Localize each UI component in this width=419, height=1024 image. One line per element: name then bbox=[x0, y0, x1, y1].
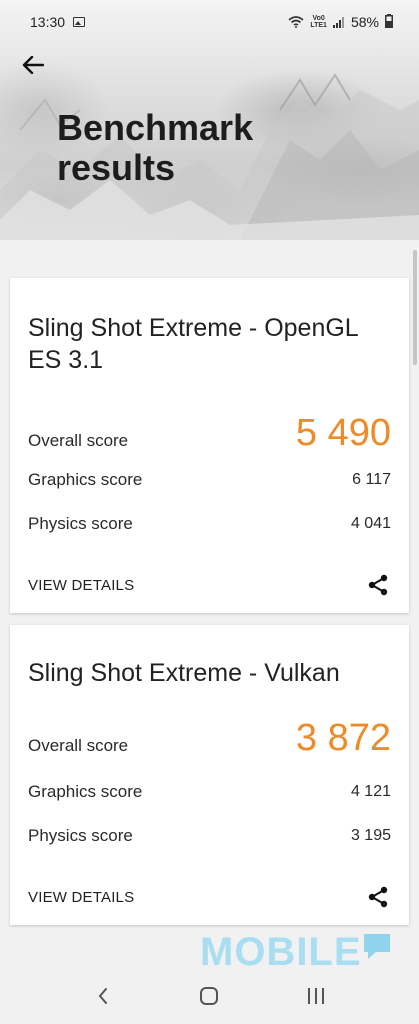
graphics-score-row: Graphics score 6 117 bbox=[28, 470, 391, 490]
graphics-score-value: 6 117 bbox=[352, 471, 391, 488]
nav-back-button[interactable] bbox=[83, 976, 123, 1016]
status-bar: 13:30 Vo0 LTE1 58% bbox=[0, 0, 419, 44]
physics-score-value: 3 195 bbox=[350, 827, 391, 844]
card-title: Sling Shot Extreme - OpenGL ES 3.1 bbox=[28, 314, 358, 374]
chevron-left-icon bbox=[98, 988, 108, 1004]
card-footer: VIEW DETAILS bbox=[28, 884, 391, 910]
system-nav-bar bbox=[0, 968, 419, 1024]
overall-score-row: Overall score 3 872 bbox=[28, 717, 391, 760]
nav-recents-button[interactable] bbox=[296, 976, 336, 1016]
volte-indicator: Vo0 LTE1 bbox=[310, 15, 327, 29]
battery-icon bbox=[385, 13, 393, 31]
view-details-button[interactable]: VIEW DETAILS bbox=[28, 889, 134, 906]
overall-score-value: 3 872 bbox=[295, 717, 391, 759]
battery-percent: 58% bbox=[350, 14, 379, 30]
nav-home-button[interactable] bbox=[189, 976, 229, 1016]
back-button[interactable] bbox=[18, 50, 48, 80]
status-time: 13:30 bbox=[30, 14, 66, 30]
card-footer: VIEW DETAILS bbox=[28, 572, 391, 598]
physics-score-label: Physics score bbox=[28, 826, 133, 845]
share-icon[interactable] bbox=[365, 884, 391, 910]
page-title: Benchmark results bbox=[57, 107, 254, 188]
graphics-score-label: Graphics score bbox=[28, 782, 143, 801]
signal-icon bbox=[332, 16, 345, 28]
scrollbar[interactable] bbox=[413, 250, 417, 365]
overall-score-label: Overall score bbox=[28, 430, 129, 450]
graphics-score-row: Graphics score 4 121 bbox=[28, 782, 391, 802]
result-card-vulkan: Sling Shot Extreme - Vulkan Overall scor… bbox=[10, 625, 409, 925]
physics-score-row: Physics score 4 041 bbox=[28, 514, 391, 534]
overall-score-label: Overall score bbox=[28, 735, 129, 755]
recents-icon bbox=[307, 988, 324, 1004]
view-details-button[interactable]: VIEW DETAILS bbox=[28, 577, 134, 594]
physics-score-label: Physics score bbox=[28, 514, 133, 533]
wifi-icon bbox=[288, 16, 304, 28]
home-icon bbox=[200, 987, 219, 1005]
overall-score-row: Overall score 5 490 bbox=[28, 412, 391, 455]
share-icon[interactable] bbox=[365, 572, 391, 598]
overall-score-value: 5 490 bbox=[295, 412, 391, 454]
result-card-opengl: Sling Shot Extreme - OpenGL ES 3.1 Overa… bbox=[10, 278, 409, 613]
graphics-score-value: 4 121 bbox=[350, 783, 391, 800]
card-title: Sling Shot Extreme - Vulkan bbox=[28, 659, 340, 687]
physics-score-value: 4 041 bbox=[350, 515, 391, 532]
graphics-score-label: Graphics score bbox=[28, 470, 143, 489]
arrow-left-icon bbox=[22, 56, 44, 74]
image-notification-icon bbox=[73, 17, 86, 27]
physics-score-row: Physics score 3 195 bbox=[28, 826, 391, 846]
